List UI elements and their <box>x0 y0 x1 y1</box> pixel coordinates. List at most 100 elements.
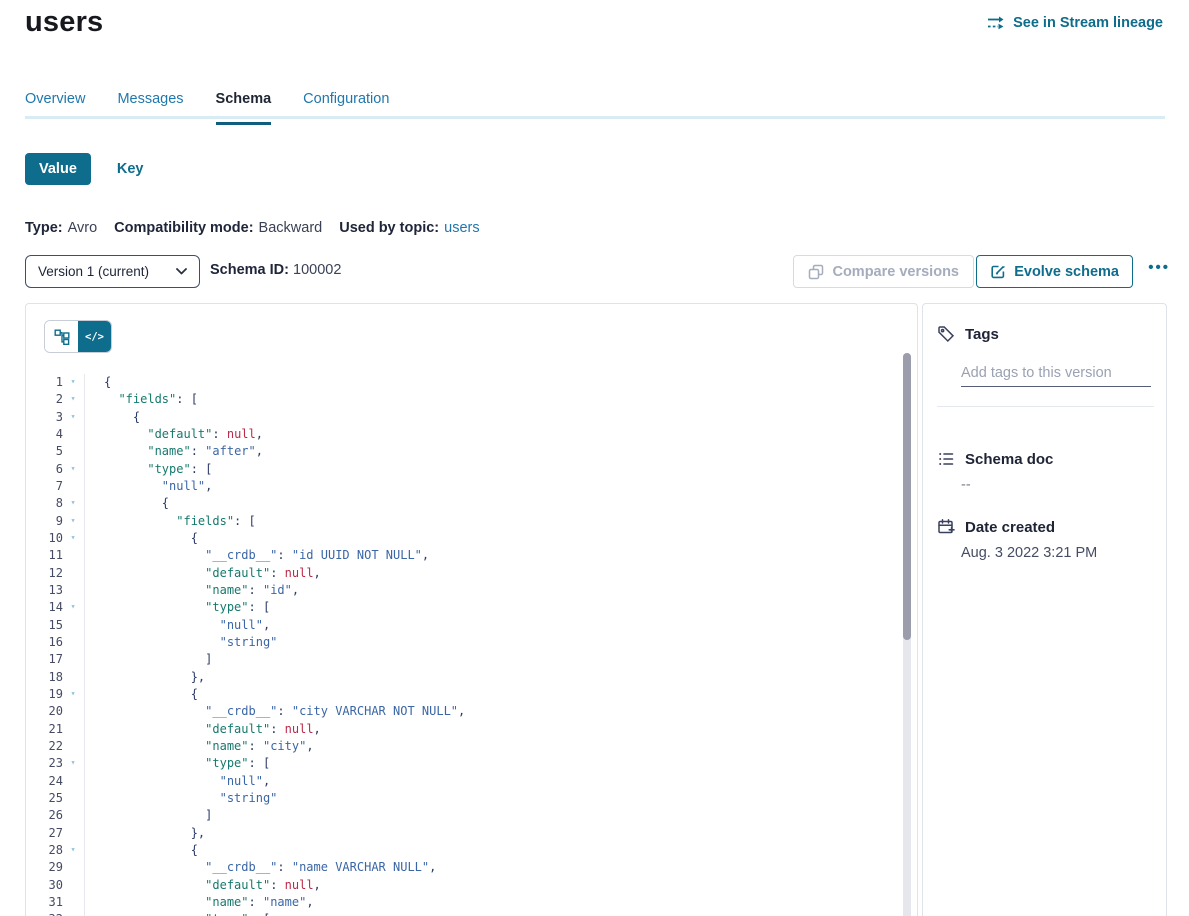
code-scrollbar-thumb[interactable] <box>903 353 911 640</box>
schema-sidebar: Tags Schema doc -- <box>922 303 1167 916</box>
fold-spacer <box>63 669 83 686</box>
fold-toggle-icon[interactable]: ▾ <box>63 686 83 703</box>
code-line: 30 "default": null, <box>26 877 901 894</box>
line-number: 13 <box>26 582 63 599</box>
code-line: 24 "null", <box>26 773 901 790</box>
code-text: { <box>85 409 140 426</box>
tags-title: Tags <box>965 326 999 343</box>
code-text: }, <box>85 669 205 686</box>
compatibility-mode-value: Backward <box>259 220 323 236</box>
fold-spacer <box>63 825 83 842</box>
line-number: 19 <box>26 686 63 703</box>
code-line: 16 "string" <box>26 634 901 651</box>
code-text: "__crdb__": "name VARCHAR NULL", <box>85 859 436 876</box>
code-text: "default": null, <box>85 721 321 738</box>
code-text: "name": "city", <box>85 738 314 755</box>
fold-toggle-icon[interactable]: ▾ <box>63 842 83 859</box>
fold-toggle-icon[interactable]: ▾ <box>63 495 83 512</box>
page-title: users <box>25 6 103 39</box>
fold-spacer <box>63 894 83 911</box>
more-actions-button[interactable]: ••• <box>1148 259 1170 276</box>
code-line: 29 "__crdb__": "name VARCHAR NULL", <box>26 859 901 876</box>
lineage-link-label: See in Stream lineage <box>1013 15 1163 31</box>
code-line: 22 "name": "city", <box>26 738 901 755</box>
fold-toggle-icon[interactable]: ▾ <box>63 755 83 772</box>
fold-toggle-icon[interactable]: ▾ <box>63 461 83 478</box>
fold-spacer <box>63 738 83 755</box>
code-text: "default": null, <box>85 565 321 582</box>
code-text: "string" <box>85 790 277 807</box>
line-number: 32 <box>26 911 63 916</box>
calendar-plus-icon <box>937 518 955 536</box>
code-text: { <box>85 495 169 512</box>
tab-messages[interactable]: Messages <box>117 91 183 125</box>
see-in-stream-lineage-link[interactable]: See in Stream lineage <box>987 15 1163 31</box>
tab-underline-track <box>25 116 1165 119</box>
line-number: 10 <box>26 530 63 547</box>
fold-spacer <box>63 426 83 443</box>
fold-spacer <box>63 790 83 807</box>
line-number: 16 <box>26 634 63 651</box>
value-toggle-button[interactable]: Value <box>25 153 91 185</box>
code-line: 12 "default": null, <box>26 565 901 582</box>
code-line: 31 "name": "name", <box>26 894 901 911</box>
fold-toggle-icon[interactable]: ▾ <box>63 911 83 916</box>
date-created-title: Date created <box>965 519 1055 536</box>
line-number: 27 <box>26 825 63 842</box>
tab-schema[interactable]: Schema <box>216 91 272 125</box>
fold-spacer <box>63 478 83 495</box>
line-number: 28 <box>26 842 63 859</box>
evolve-schema-label: Evolve schema <box>1014 264 1119 280</box>
fold-toggle-icon[interactable]: ▾ <box>63 391 83 408</box>
code-line: 3▾ { <box>26 409 901 426</box>
fold-toggle-icon[interactable]: ▾ <box>63 409 83 426</box>
fold-spacer <box>63 565 83 582</box>
value-key-toggle: Value Key <box>25 153 144 185</box>
tree-view-icon <box>54 329 70 345</box>
code-line: 7 "null", <box>26 478 901 495</box>
evolve-schema-button[interactable]: Evolve schema <box>976 255 1133 288</box>
schema-id: Schema ID: 100002 <box>210 262 341 278</box>
schema-doc-title: Schema doc <box>965 451 1053 468</box>
tab-overview[interactable]: Overview <box>25 91 85 125</box>
key-toggle-link[interactable]: Key <box>117 161 144 177</box>
tab-configuration[interactable]: Configuration <box>303 91 389 125</box>
fold-spacer <box>63 651 83 668</box>
tree-view-button[interactable] <box>45 321 78 352</box>
code-text: ] <box>85 807 212 824</box>
code-line: 9▾ "fields": [ <box>26 513 901 530</box>
code-text: "string" <box>85 634 277 651</box>
schema-code-panel: </> 1▾{2▾ "fields": [3▾ {4 "default": nu… <box>25 303 918 916</box>
fold-spacer <box>63 547 83 564</box>
line-number: 17 <box>26 651 63 668</box>
version-select[interactable]: Version 1 (current) <box>25 255 200 288</box>
fold-spacer <box>63 877 83 894</box>
line-number: 9 <box>26 513 63 530</box>
code-line: 10▾ { <box>26 530 901 547</box>
code-line: 18 }, <box>26 669 901 686</box>
code-line: 11 "__crdb__": "id UUID NOT NULL", <box>26 547 901 564</box>
compatibility-mode-label: Compatibility mode: <box>114 220 253 236</box>
code-text: { <box>85 374 111 391</box>
add-tags-input[interactable] <box>961 360 1151 387</box>
code-text: "name": "after", <box>85 443 263 460</box>
fold-toggle-icon[interactable]: ▾ <box>63 530 83 547</box>
fold-toggle-icon[interactable]: ▾ <box>63 599 83 616</box>
date-created-section-header: Date created <box>937 518 1055 536</box>
code-line: 8▾ { <box>26 495 901 512</box>
line-number: 29 <box>26 859 63 876</box>
code-text: "type": [ <box>85 599 270 616</box>
compare-versions-button[interactable]: Compare versions <box>793 255 974 288</box>
tag-icon <box>937 325 955 343</box>
code-line: 6▾ "type": [ <box>26 461 901 478</box>
fold-toggle-icon[interactable]: ▾ <box>63 513 83 530</box>
line-number: 24 <box>26 773 63 790</box>
line-number: 15 <box>26 617 63 634</box>
fold-toggle-icon[interactable]: ▾ <box>63 374 83 391</box>
code-view-button[interactable]: </> <box>78 321 111 352</box>
line-number: 14 <box>26 599 63 616</box>
used-by-topic-link[interactable]: users <box>444 220 479 236</box>
line-number: 20 <box>26 703 63 720</box>
chevron-down-icon <box>176 268 187 275</box>
line-number: 5 <box>26 443 63 460</box>
